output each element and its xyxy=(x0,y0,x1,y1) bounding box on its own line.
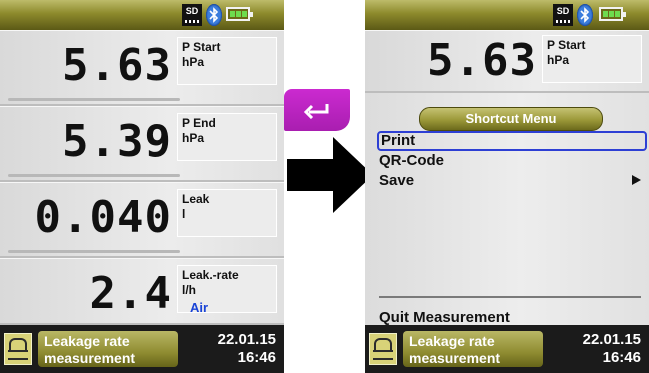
leak-test-icon xyxy=(4,333,32,365)
app-title-line2: measurement xyxy=(44,350,136,366)
leak-value: 0.040 xyxy=(34,192,172,243)
menu-item-save-label: Save xyxy=(379,172,415,189)
row-underline xyxy=(8,174,180,177)
app-title: Leakage rate measurement xyxy=(403,331,543,367)
date-time: 22.01.15 16:46 xyxy=(218,331,276,367)
p-end-label: P End xyxy=(182,116,216,130)
menu-item-qr-code[interactable]: QR-Code xyxy=(377,151,647,171)
battery-icon xyxy=(226,7,253,21)
p-end-labels: P End hPa xyxy=(177,113,277,161)
p-start-label: P Start xyxy=(182,40,221,54)
app-title-line2: measurement xyxy=(409,350,501,366)
device-screen-after: SD 5.63 P Start hPa Shortcut Menu Print … xyxy=(365,0,649,373)
leak-rate-label: Leak.-rate xyxy=(182,268,239,282)
time-label: 16:46 xyxy=(602,349,641,366)
p-end-row: 5.39 P End hPa xyxy=(0,106,284,182)
leak-rate-value: 2.4 xyxy=(89,268,172,319)
gas-type-label: Air xyxy=(190,300,209,315)
status-bar: SD xyxy=(365,0,649,30)
app-title-line1: Leakage rate xyxy=(44,333,130,349)
submenu-arrow-icon xyxy=(632,175,641,185)
bottom-bar: Leakage rate measurement 22.01.15 16:46 xyxy=(0,325,284,373)
p-start-row: 5.63 P Start hPa xyxy=(0,30,284,106)
bluetooth-icon xyxy=(577,4,593,26)
menu-divider xyxy=(379,296,641,298)
sd-label: SD xyxy=(556,6,570,16)
leak-label: Leak xyxy=(182,192,210,206)
status-bar: SD xyxy=(0,0,284,30)
leak-unit: l xyxy=(182,207,186,221)
row-underline xyxy=(8,250,180,253)
leak-rate-row: 2.4 Leak.-rate l/h xyxy=(0,258,284,325)
right-arrow-icon xyxy=(287,137,373,213)
row-underline xyxy=(8,98,180,101)
leak-rate-unit: l/h xyxy=(182,283,196,297)
p-start-value: 5.63 xyxy=(62,40,172,91)
p-end-unit: hPa xyxy=(182,131,205,145)
leak-labels: Leak l xyxy=(177,189,277,237)
p-start-labels: P Start hPa xyxy=(542,35,642,83)
sd-card-icon: SD xyxy=(182,4,202,26)
p-start-unit: hPa xyxy=(182,55,205,69)
p-start-label: P Start xyxy=(547,38,586,52)
sd-label: SD xyxy=(185,6,199,16)
bottom-bar: Leakage rate measurement 22.01.15 16:46 xyxy=(365,325,649,373)
p-start-row: 5.63 P Start hPa xyxy=(365,30,649,93)
p-start-labels: P Start hPa xyxy=(177,37,277,85)
p-end-value: 5.39 xyxy=(62,116,172,167)
bluetooth-icon xyxy=(206,4,222,26)
time-label: 16:46 xyxy=(237,349,276,366)
menu-title: Shortcut Menu xyxy=(419,107,603,131)
p-start-value: 5.63 xyxy=(427,35,537,86)
leak-row: 0.040 Leak l xyxy=(0,182,284,258)
date-time: 22.01.15 16:46 xyxy=(583,331,641,367)
app-title: Leakage rate measurement xyxy=(38,331,178,367)
shortcut-menu: Shortcut Menu Print QR-Code Save Quit Me… xyxy=(365,93,649,326)
date-label: 22.01.15 xyxy=(217,331,276,348)
menu-item-print[interactable]: Print xyxy=(377,131,647,151)
p-start-unit: hPa xyxy=(547,53,570,67)
app-title-line1: Leakage rate xyxy=(409,333,495,349)
back-arrow-icon xyxy=(303,104,329,119)
leak-test-icon xyxy=(369,333,397,365)
back-button[interactable] xyxy=(284,89,350,131)
sd-card-icon: SD xyxy=(553,4,573,26)
device-screen-before: SD 5.63 P Start hPa 5.39 P End hPa 0.040… xyxy=(0,0,284,373)
date-label: 22.01.15 xyxy=(582,331,641,348)
battery-icon xyxy=(599,7,626,21)
menu-item-save[interactable]: Save xyxy=(377,171,647,191)
